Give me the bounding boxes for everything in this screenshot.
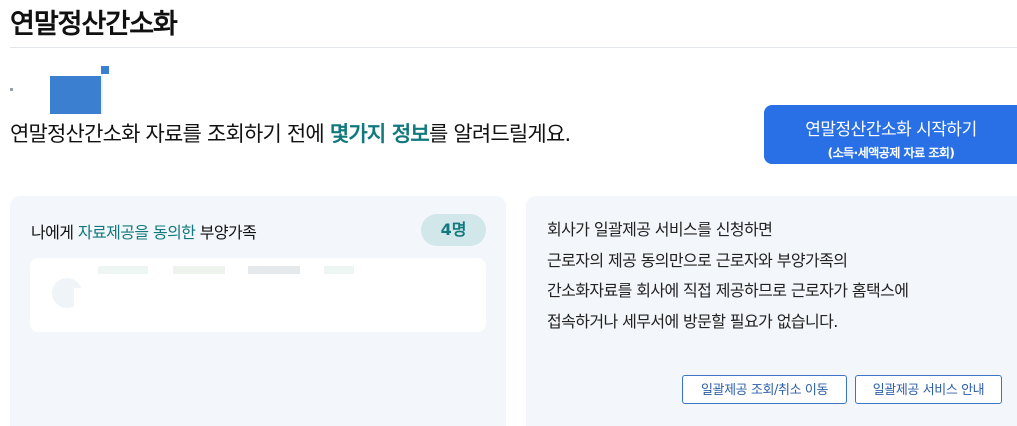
bulk-provision-description: 회사가 일괄제공 서비스를 신청하면 근로자의 제공 동의만으로 근로자와 부양… [547,215,909,337]
dependents-list [30,258,486,332]
consent-dependents-card: 나에게 자료제공을 동의한 부양가족 4명 [10,196,506,426]
logo-block [50,76,101,114]
intro-text-after: 를 알려드릴게요. [428,122,571,146]
consent-label-before: 나에게 [31,223,78,242]
bulk-provision-info-card: 회사가 일괄제공 서비스를 신청하면 근로자의 제공 동의만으로 근로자와 부양… [526,196,1017,426]
dependent-item-placeholder [173,266,225,274]
page-title: 연말정산간소화 [10,9,178,40]
consent-label-after: 부양가족 [195,223,257,242]
description-line: 회사가 일괄제공 서비스를 신청하면 [547,220,773,239]
start-button-sublabel: (소득·세액공제 자료 조회) [827,146,955,160]
logo-edge [101,74,103,114]
start-simplified-service-button[interactable]: 연말정산간소화 시작하기 (소득·세액공제 자료 조회) [764,105,1017,164]
hometax-logo-image [10,66,114,114]
intro-text-before: 연말정산간소화 자료를 조회하기 전에 [10,122,330,146]
start-button-label: 연말정산간소화 시작하기 [805,120,977,140]
logo-square [101,66,109,74]
bulk-provision-lookup-cancel-button[interactable]: 일괄제공 조회/취소 이동 [682,375,847,404]
dependent-item-placeholder [98,266,148,274]
header-divider [10,47,1017,48]
consent-dependents-label: 나에게 자료제공을 동의한 부양가족 [31,219,257,243]
dependents-count-badge: 4명 [421,214,486,246]
description-line: 근로자의 제공 동의만으로 근로자와 부양가족의 [547,250,848,270]
description-line: 접속하거나 세무서에 방문할 필요가 없습니다. [547,311,838,331]
dependent-item-placeholder [324,266,354,274]
intro-text-highlight: 몇가지 정보 [329,122,430,146]
consent-label-highlight: 자료제공을 동의한 [77,223,196,242]
logo-dot [10,88,13,91]
intro-text: 연말정산간소화 자료를 조회하기 전에 몇가지 정보를 알려드릴게요. [10,118,571,148]
dependents-list-body [74,288,355,332]
dependent-item-placeholder [248,266,300,274]
description-line: 간소화자료를 회사에 직접 제공하므로 근로자가 홈택스에 [547,281,909,300]
bulk-provision-guide-button[interactable]: 일괄제공 서비스 안내 [855,375,1002,404]
